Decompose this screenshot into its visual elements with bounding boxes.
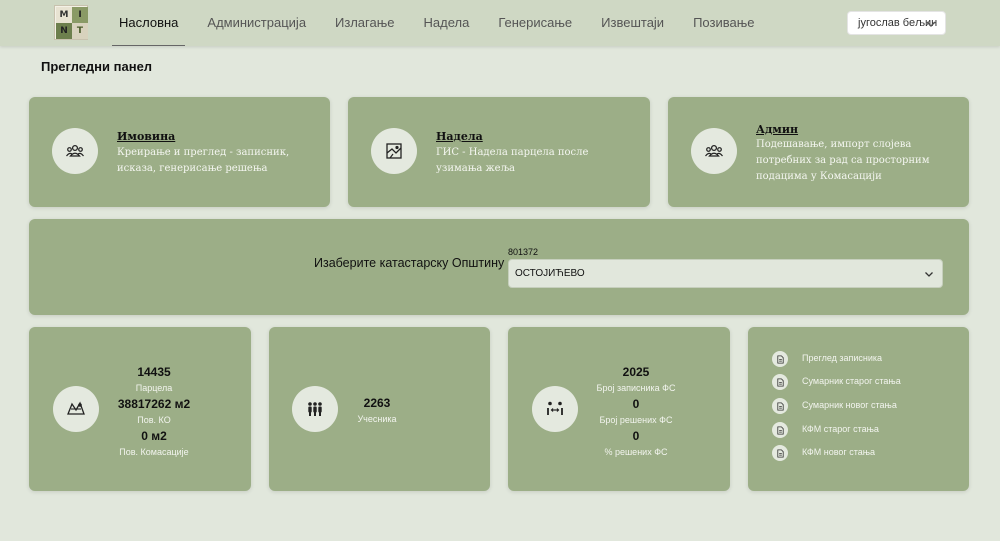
nav-item-home[interactable]: Насловна	[112, 0, 186, 46]
users-group-icon	[691, 128, 737, 174]
document-icon	[772, 374, 788, 390]
parcels-count: 14435	[137, 365, 171, 379]
nav-item-administration[interactable]: Администрација	[200, 0, 313, 46]
logo-letter-t: N	[56, 23, 72, 39]
nav-item-reports[interactable]: Извештаји	[594, 0, 671, 46]
fs-percent-value: 0	[632, 429, 640, 443]
report-label: Сумарник старог стања	[802, 376, 901, 386]
logo-letter-m: M	[56, 7, 72, 23]
fs-records-count: 2025	[622, 365, 650, 379]
municipality-code: 801372	[508, 247, 539, 257]
report-label: Преглед записника	[802, 353, 883, 363]
logo-letter-n: T	[72, 23, 88, 39]
nav-menu: Насловна Администрација Излагање Надела …	[112, 0, 777, 46]
participants-count: 2263	[363, 396, 391, 410]
report-label: КФМ старог стања	[802, 424, 879, 434]
document-icon	[772, 398, 788, 414]
module-title-property[interactable]: Имовина	[117, 130, 175, 143]
fs-percent-label: % решених ФС	[604, 447, 668, 457]
participants-label: Учесника	[357, 414, 397, 424]
fs-solved-label: Број решених ФС	[599, 415, 673, 425]
parcels-label: Парцела	[135, 383, 173, 393]
document-icon	[772, 351, 788, 367]
nav-item-presentation[interactable]: Излагање	[328, 0, 401, 46]
nav-item-generation[interactable]: Генерисање	[491, 0, 579, 46]
area-kom-label: Пов. Комасације	[119, 447, 189, 457]
top-navbar: M I N T Насловна Администрација Излагање…	[0, 0, 1000, 46]
chevron-down-icon	[926, 21, 936, 27]
map-icon	[371, 128, 417, 174]
chevron-down-icon	[925, 272, 933, 277]
people-icon	[292, 386, 338, 432]
user-dropdown[interactable]: југослав бељин	[847, 11, 946, 35]
municipality-selected: ОСТОЈИЋЕВО	[515, 268, 585, 279]
area-kom-value: 0 м2	[141, 429, 167, 443]
module-title-allocation[interactable]: Надела	[436, 130, 483, 143]
page-title: Прегледни панел	[41, 59, 153, 74]
module-desc-allocation: ГИС - Надела парцела после узимања жеља	[436, 147, 589, 174]
report-label: КФМ новог стања	[802, 447, 876, 457]
logo-letter-i: I	[72, 7, 88, 23]
fs-solved-count: 0	[632, 397, 640, 411]
document-icon	[772, 422, 788, 438]
area-ko-label: Пов. КО	[137, 415, 171, 425]
nav-item-summons[interactable]: Позивање	[686, 0, 761, 46]
area-ko-value: 38817262 м2	[117, 397, 191, 411]
users-group-icon	[52, 128, 98, 174]
document-icon	[772, 445, 788, 461]
app-logo[interactable]: M I N T	[54, 5, 88, 40]
municipality-select[interactable]: ОСТОЈИЋЕВО	[508, 259, 943, 288]
module-desc-property: Креирање и преглед - записник, исказа, г…	[117, 147, 290, 174]
module-desc-admin: Подешавање, импорт слојева потребних за …	[756, 139, 930, 182]
module-title-admin[interactable]: Админ	[756, 123, 798, 136]
fs-records-label: Број записника ФС	[596, 383, 676, 393]
nav-item-allocation[interactable]: Надела	[417, 0, 477, 46]
report-label: Сумарник новог стања	[802, 400, 897, 410]
municipality-label: Изаберите катастарску Општину	[314, 256, 505, 270]
